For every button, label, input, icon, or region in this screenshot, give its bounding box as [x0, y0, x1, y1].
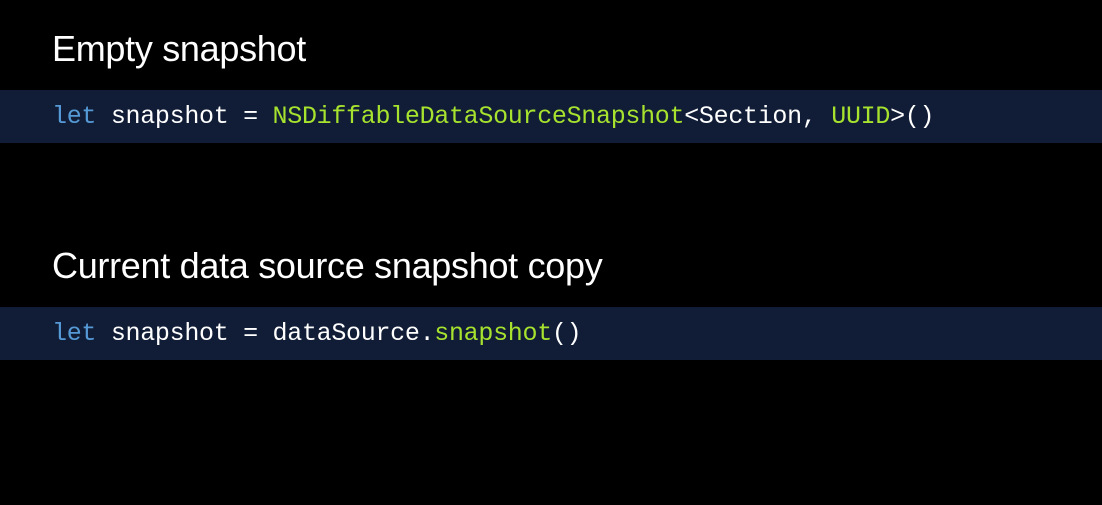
section-spacer: [0, 143, 1102, 245]
code-equals: =: [243, 319, 258, 348]
code-paren-close: ): [919, 102, 934, 131]
code-space: [817, 102, 832, 131]
heading-current-snapshot: Current data source snapshot copy: [0, 245, 1102, 287]
code-object-datasource: dataSource: [273, 319, 420, 348]
code-space: [228, 319, 243, 348]
code-typename-nsdiffable: NSDiffableDataSourceSnapshot: [273, 102, 685, 131]
code-keyword-let: let: [52, 102, 96, 131]
code-identifier-snapshot: snapshot: [111, 102, 229, 131]
code-space: [228, 102, 243, 131]
code-space: [258, 102, 273, 131]
code-paren-open: (: [552, 319, 567, 348]
code-keyword-let: let: [52, 319, 96, 348]
code-method-snapshot: snapshot: [434, 319, 552, 348]
code-generic-uuid: UUID: [831, 102, 890, 131]
code-angle-open: <: [684, 102, 699, 131]
code-space: [96, 319, 111, 348]
code-generic-section: Section: [699, 102, 802, 131]
section-1: Empty snapshot let snapshot = NSDiffable…: [0, 28, 1102, 143]
code-angle-close: >: [890, 102, 905, 131]
code-paren-open: (: [905, 102, 920, 131]
code-space: [258, 319, 273, 348]
slide-container: Empty snapshot let snapshot = NSDiffable…: [0, 0, 1102, 360]
code-dot: .: [420, 319, 435, 348]
code-equals: =: [243, 102, 258, 131]
code-identifier-snapshot: snapshot: [111, 319, 229, 348]
code-block-1: let snapshot = NSDiffableDataSourceSnaps…: [0, 90, 1102, 143]
heading-empty-snapshot: Empty snapshot: [0, 28, 1102, 70]
code-space: [96, 102, 111, 131]
code-comma: ,: [802, 102, 817, 131]
section-2: Current data source snapshot copy let sn…: [0, 245, 1102, 360]
code-paren-close: ): [567, 319, 582, 348]
code-block-2: let snapshot = dataSource.snapshot(): [0, 307, 1102, 360]
